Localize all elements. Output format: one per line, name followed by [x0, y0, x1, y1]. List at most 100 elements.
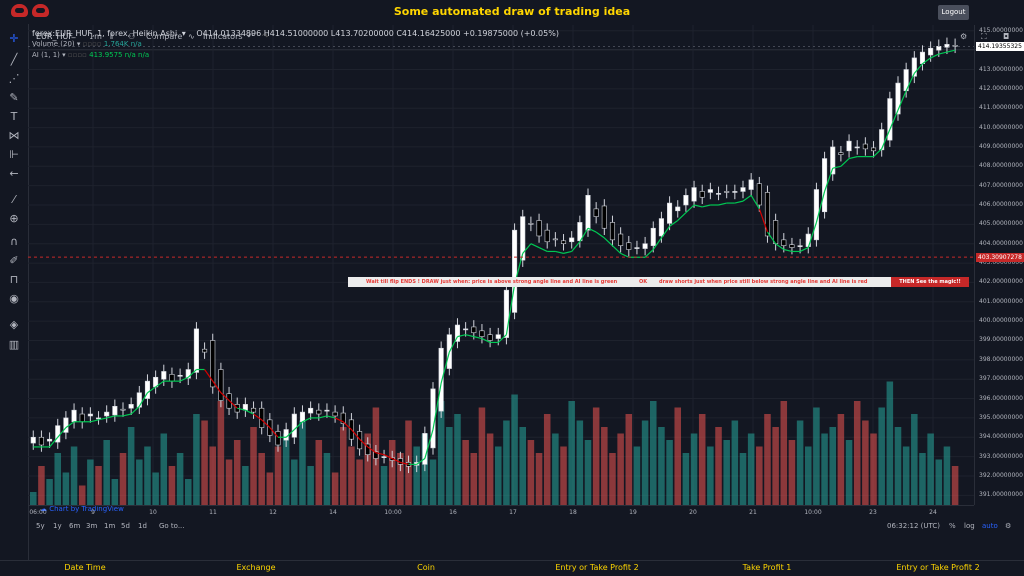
ai-line-segment: [840, 158, 850, 167]
range-button-1y[interactable]: 1y: [53, 522, 62, 530]
volume-bar: [388, 440, 396, 505]
ai-line-segment: [563, 250, 572, 254]
volume-bar: [168, 466, 176, 505]
candle: [552, 238, 558, 241]
stay-drawing-icon[interactable]: ✐: [7, 254, 21, 268]
candle: [283, 429, 289, 441]
candle: [30, 436, 36, 444]
candle: [112, 405, 118, 416]
candle: [683, 195, 689, 206]
volume-bar: [54, 453, 61, 505]
candle: [593, 208, 599, 217]
range-button-1m[interactable]: 1m: [104, 522, 115, 530]
text-tool-icon[interactable]: T: [7, 110, 21, 124]
volume-bar: [266, 472, 274, 505]
volume-bar: [707, 446, 714, 505]
trash-icon[interactable]: ▥: [7, 338, 21, 352]
volume-bar: [592, 407, 600, 505]
zoom-in-icon[interactable]: ⊕: [7, 212, 21, 226]
candle: [95, 417, 102, 420]
volume-bar: [291, 459, 298, 505]
settings-icon[interactable]: ⚙: [1005, 522, 1011, 530]
banner-message-long: Wait till flip ENDS ! DRAW just when: pr…: [348, 277, 629, 287]
layers-icon[interactable]: ◈: [7, 318, 21, 332]
prediction-icon[interactable]: ⊩: [7, 148, 21, 162]
price-tick-label: 405.00000000: [979, 220, 1023, 228]
price-chart[interactable]: forex:EUR_HUF, 1, forex, Heikin Ashi ▾ O…: [28, 25, 974, 513]
candle: [952, 45, 958, 47]
trend-line-icon[interactable]: ╱: [7, 53, 21, 67]
chevron-down-icon[interactable]: ▾: [77, 40, 81, 48]
volume-bar: [641, 420, 649, 505]
volume-bar: [633, 446, 641, 505]
time-axis[interactable]: 06:00 9 10 11 12 14 10:00 16 17 18 19 20 21 10:00 23 24: [28, 505, 974, 519]
candle: [699, 191, 705, 198]
candle: [748, 179, 754, 190]
chevron-down-icon[interactable]: ▾: [182, 29, 186, 38]
ai-line-segment: [530, 243, 540, 249]
volume-bar: [193, 414, 200, 505]
range-button-5d[interactable]: 5d: [121, 522, 130, 530]
range-button-3m[interactable]: 3m: [86, 522, 97, 530]
range-button-5y[interactable]: 5y: [36, 522, 45, 530]
ai-line-segment: [612, 245, 622, 254]
volume-bar: [413, 446, 420, 505]
volume-bar: [796, 420, 804, 505]
candle: [626, 242, 632, 250]
lock-icon[interactable]: ⊓: [7, 273, 21, 287]
ai-line-segment: [734, 200, 744, 204]
volume-bar: [127, 427, 135, 505]
logout-button[interactable]: Logout: [938, 5, 969, 20]
chevron-down-icon[interactable]: ▾: [62, 51, 66, 59]
study-controls-icon[interactable]: ▫▫▫▫: [68, 51, 87, 59]
candle: [756, 183, 762, 206]
volume-bar: [62, 472, 70, 505]
volume-bar: [878, 407, 885, 505]
price-tick-label: 412.00000000: [979, 84, 1023, 92]
candle: [560, 240, 567, 245]
candle: [781, 239, 787, 246]
auto-toggle[interactable]: auto: [982, 522, 998, 530]
candle: [879, 129, 885, 151]
range-button-1d[interactable]: 1d: [138, 522, 147, 530]
ai-line-segment: [848, 156, 858, 160]
range-button-6m[interactable]: 6m: [69, 522, 80, 530]
time-tick-label: 11: [209, 509, 217, 516]
back-arrow-icon[interactable]: ←: [7, 167, 21, 181]
chart-legend: forex:EUR_HUF, 1, forex, Heikin Ashi ▾ O…: [32, 29, 559, 62]
volume-bar: [870, 433, 877, 505]
volume-bar: [911, 414, 918, 505]
volume-bar: [715, 427, 722, 505]
last-price-label: 414.19355325: [976, 42, 1024, 52]
percent-toggle[interactable]: %: [949, 522, 956, 530]
candle: [642, 243, 648, 249]
pattern-icon[interactable]: ⋈: [7, 129, 21, 143]
study-controls-icon[interactable]: ▫▫▫▫: [83, 40, 102, 48]
candle: [128, 404, 134, 409]
fib-icon[interactable]: ⋰: [7, 72, 21, 86]
candle: [838, 152, 844, 155]
brush-icon[interactable]: ✎: [7, 91, 21, 105]
ruler-icon[interactable]: ⁄: [7, 193, 21, 207]
volume-bar: [250, 427, 257, 505]
ai-value: 413.9575 n/a n/a: [89, 51, 150, 59]
candle: [47, 438, 53, 442]
magnet-icon[interactable]: ∩: [7, 235, 21, 249]
log-toggle[interactable]: log: [964, 522, 975, 530]
chart-canvas[interactable]: [28, 25, 974, 505]
time-tick-label: 10:00: [384, 509, 402, 516]
candle: [38, 436, 44, 446]
crosshair-icon[interactable]: ✛: [7, 32, 21, 46]
candle: [609, 222, 616, 241]
goto-button[interactable]: Go to...: [159, 522, 185, 530]
time-tick-label: 18: [569, 509, 577, 516]
price-tick-label: 398.00000000: [979, 355, 1023, 363]
volume-bar: [894, 427, 902, 505]
candle: [136, 392, 142, 408]
volume-bar: [70, 446, 78, 505]
price-scale[interactable]: 415.00000000414.00000000413.00000000412.…: [974, 25, 1024, 505]
volume-bar: [30, 492, 37, 505]
candle: [438, 347, 444, 412]
eye-icon[interactable]: ◉: [7, 292, 21, 306]
candle: [218, 369, 224, 401]
